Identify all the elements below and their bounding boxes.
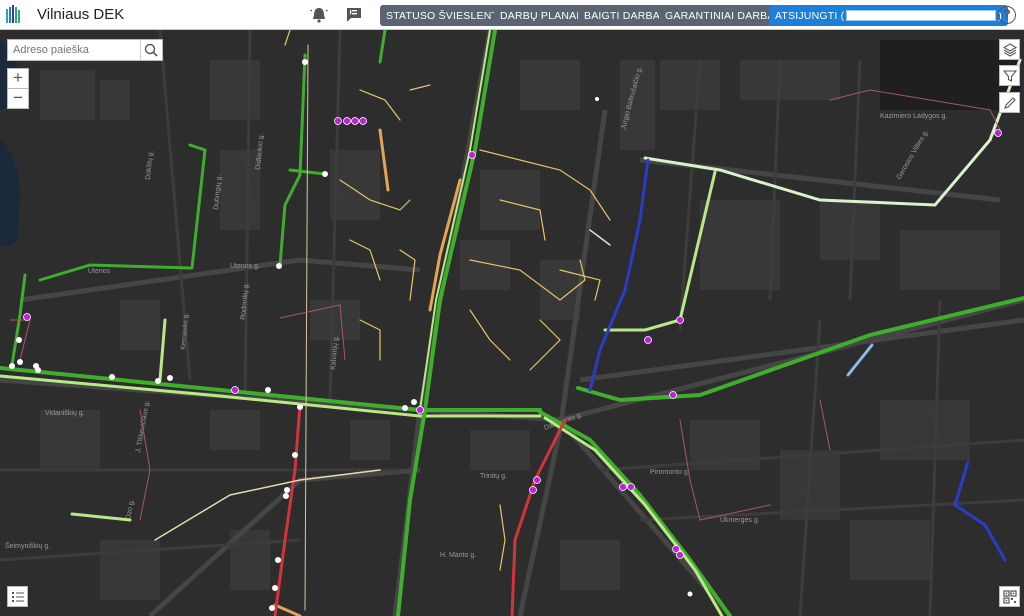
chat-icon[interactable] [345, 6, 363, 24]
status-board-button[interactable]: STATUSO ŠVIESLENTE [380, 5, 512, 26]
street-label: Utenos [88, 268, 111, 275]
zoom-out-button[interactable]: − [7, 88, 29, 109]
search-button[interactable] [140, 40, 162, 60]
search-input[interactable] [8, 40, 146, 60]
warranty-works-button[interactable]: GARANTINIAI DARBAI [659, 5, 784, 26]
logout-label: ATSIJUNGTI ( [775, 9, 845, 22]
street-label: H. Manto g. [440, 552, 476, 559]
search-icon [144, 43, 158, 57]
street-label: Didlaukio g. [255, 133, 265, 170]
street-label: Ozo g. [125, 499, 135, 521]
street-label: Vidaniškių g. [45, 410, 85, 417]
street-label: Gerosios Vilties g. [896, 129, 930, 181]
work-plans-button[interactable]: DARBŲ PLANAI [494, 5, 586, 26]
bell-icon[interactable] [310, 6, 328, 24]
street-label: Rūdninkų g. [240, 282, 250, 320]
edit-button[interactable] [999, 92, 1020, 113]
address-search [7, 39, 163, 61]
street-label: Utenos g. [230, 263, 260, 270]
street-label: Šeimyniškių g. [5, 541, 50, 550]
street-label: Kazimiero Ladygos g. [880, 113, 947, 120]
lake [0, 140, 20, 247]
street-label: Piromonto g. [650, 469, 690, 476]
top-bar: Vilniaus DEK STATUSO ŠVIESLENTE DARBŲ PL… [0, 0, 1024, 30]
qr-icon [1003, 590, 1017, 604]
street-label: Trinitų g. [480, 473, 507, 480]
pencil-icon [1004, 97, 1016, 109]
username-field [846, 10, 997, 22]
logout-button[interactable]: ATSIJUNGTI () [769, 5, 1008, 26]
app-title: Vilniaus DEK [37, 6, 125, 23]
map-canvas[interactable]: Utenos g. Utenos Dūkštų g. Kalvarijų g. … [0, 30, 1024, 616]
layers-icon [1003, 43, 1017, 57]
finished-works-button[interactable]: BAIGTI DARBAI [578, 5, 670, 26]
list-icon [12, 592, 24, 602]
map-view[interactable]: Utenos g. Utenos Dūkštų g. Kalvarijų g. … [0, 30, 1024, 616]
legend-button[interactable] [7, 586, 28, 607]
qr-button[interactable] [999, 586, 1020, 607]
app-logo-icon [6, 5, 20, 23]
zoom-in-button[interactable]: + [7, 68, 29, 89]
layers-button[interactable] [999, 39, 1020, 60]
street-label: Dūkštų g. [145, 150, 155, 180]
filter-icon [1003, 70, 1017, 82]
question-icon[interactable]: ? [998, 6, 1016, 24]
street-label: Kernavės g. [180, 312, 190, 350]
street-label: Ukmergės g. [720, 517, 760, 524]
filter-button[interactable] [999, 65, 1020, 86]
